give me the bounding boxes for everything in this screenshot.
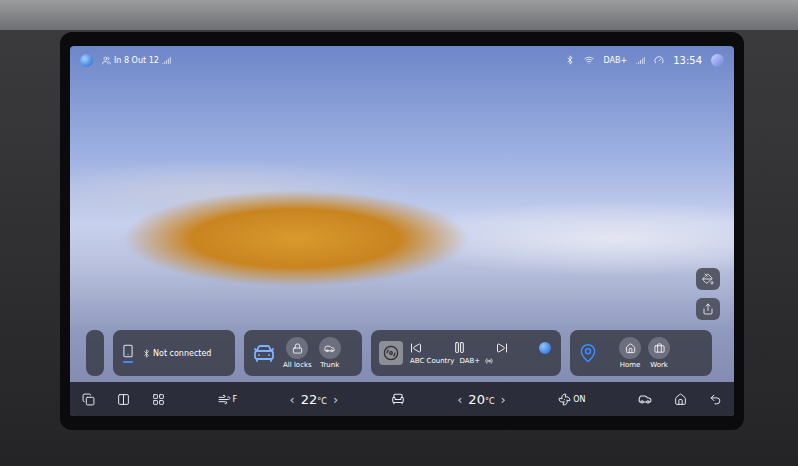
fan-button[interactable]: ON — [558, 393, 585, 406]
home-icon — [625, 343, 636, 354]
temperature-unit: °C — [485, 397, 495, 406]
temperature-value: 22°C — [301, 392, 327, 407]
album-art — [379, 341, 403, 365]
temperature-unit: °C — [317, 397, 327, 406]
defrost-label: F — [233, 395, 238, 404]
previous-icon[interactable] — [410, 342, 422, 354]
apps-icon[interactable] — [152, 393, 165, 406]
share-button[interactable] — [696, 298, 720, 320]
partial-card[interactable] — [86, 330, 104, 376]
phone-status: Not connected — [153, 349, 211, 358]
navigation-card[interactable]: Home Work — [570, 330, 712, 376]
fan-icon — [558, 393, 571, 406]
paint-icon — [702, 273, 714, 285]
clock: 13:54 — [673, 55, 702, 66]
car-icon — [252, 341, 276, 365]
radio-icon — [485, 357, 493, 365]
defrost-button[interactable]: F — [218, 393, 238, 406]
passenger-count: In 8 Out 12 — [114, 56, 159, 65]
media-source: DAB+ — [459, 357, 480, 365]
pause-icon[interactable] — [453, 341, 466, 354]
defrost-icon — [218, 393, 231, 406]
photo-frame: In 8 Out 12 DAB+ 13:54 Not connected All loc… — [0, 0, 798, 466]
destination-label: Work — [650, 361, 668, 369]
increase-arrow[interactable]: › — [501, 392, 506, 407]
action-label: Trunk — [320, 361, 339, 369]
radio-signal-icon — [636, 56, 645, 65]
display: In 8 Out 12 DAB+ 13:54 Not connected All loc… — [70, 46, 734, 416]
fan-label: ON — [573, 395, 585, 404]
home-icon[interactable] — [674, 393, 687, 406]
passenger-icon — [102, 56, 111, 65]
wifi-icon — [584, 55, 594, 65]
media-card[interactable]: ABC Country DAB+ — [371, 330, 561, 376]
profile-icon[interactable] — [711, 54, 724, 67]
source-logo-icon[interactable] — [539, 342, 551, 354]
share-icon — [702, 303, 714, 315]
decrease-arrow[interactable]: ‹ — [457, 392, 462, 407]
seat-icon[interactable] — [391, 392, 405, 406]
destination-button[interactable]: Home — [619, 337, 641, 369]
temperature-control[interactable]: ‹ 22°C › — [290, 392, 339, 407]
temperature-control[interactable]: ‹ 20°C › — [457, 392, 506, 407]
lock-icon — [292, 343, 303, 354]
action-label: All locks — [283, 361, 312, 369]
trunk-icon — [324, 343, 335, 354]
back-icon[interactable] — [709, 393, 722, 406]
destination-label: Home — [620, 361, 641, 369]
wallpaper: Not connected All locks Trunk ABC Country DA… — [70, 74, 734, 382]
work-icon — [654, 343, 665, 354]
theme-button[interactable] — [696, 268, 720, 290]
gauge-icon — [654, 55, 664, 65]
dashboard: In 8 Out 12 DAB+ 13:54 Not connected All loc… — [0, 30, 798, 466]
vehicle-card[interactable]: All locks Trunk — [244, 330, 362, 376]
background-scene — [0, 0, 798, 30]
bluetooth-icon — [142, 349, 151, 358]
disc-icon — [383, 345, 399, 361]
screen-bezel: In 8 Out 12 DAB+ 13:54 Not connected All loc… — [60, 32, 744, 430]
split-icon[interactable] — [117, 393, 130, 406]
bluetooth-icon — [565, 55, 575, 65]
destination-button[interactable]: Work — [648, 337, 670, 369]
temperature-value: 20°C — [468, 392, 494, 407]
signal-icon — [162, 56, 171, 65]
vehicle-action[interactable]: Trunk — [319, 337, 341, 369]
phone-indicator — [123, 361, 133, 363]
widget-row: Not connected All locks Trunk ABC Country DA… — [70, 330, 734, 382]
station-name: ABC Country — [410, 357, 454, 365]
phone-card[interactable]: Not connected — [113, 330, 235, 376]
phone-icon — [121, 344, 135, 358]
map-pin-icon — [578, 343, 598, 363]
vehicle-icon[interactable] — [638, 392, 652, 406]
next-icon[interactable] — [496, 342, 508, 354]
status-bar: In 8 Out 12 DAB+ 13:54 — [70, 46, 734, 74]
radio-status: DAB+ — [603, 56, 627, 65]
increase-arrow[interactable]: › — [333, 392, 338, 407]
dock: F ‹ 22°C › ‹ 20°C › ON — [70, 382, 734, 416]
assistant-logo-icon[interactable] — [80, 54, 93, 67]
windows-icon[interactable] — [82, 393, 95, 406]
vehicle-action[interactable]: All locks — [283, 337, 312, 369]
decrease-arrow[interactable]: ‹ — [290, 392, 295, 407]
